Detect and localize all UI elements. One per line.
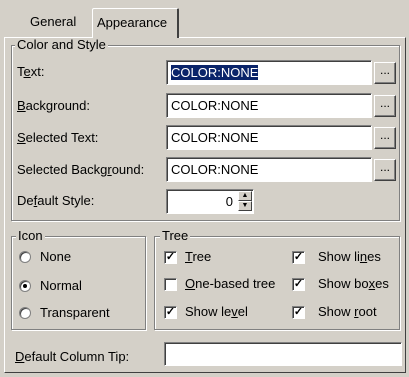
selected-text-color-browse-button[interactable]: ... — [374, 127, 396, 149]
tree-checkbox-label: Tree — [185, 249, 212, 264]
selected-background-color-browse-button[interactable]: ... — [374, 159, 396, 181]
one-based-tree-checkbox[interactable] — [164, 278, 177, 291]
show-lines-checkbox[interactable]: ✓ — [292, 251, 305, 264]
tab-general[interactable]: General — [24, 10, 98, 36]
icon-normal-label: Normal — [40, 278, 82, 293]
show-boxes-checkbox[interactable]: ✓ — [292, 278, 305, 291]
radio-selected-dot — [23, 284, 27, 288]
selected-background-color-field[interactable]: COLOR:NONE — [166, 157, 372, 182]
background-color-field[interactable]: COLOR:NONE — [166, 93, 372, 118]
default-column-tip-field[interactable] — [164, 342, 402, 366]
one-based-tree-label: One-based tree — [185, 276, 276, 291]
background-color-label: Background: — [17, 98, 90, 113]
default-style-label: Default Style: — [17, 193, 95, 208]
tab-general-label: General — [30, 14, 77, 29]
default-style-spin-buttons[interactable]: ▲ ▼ — [238, 191, 252, 211]
icon-none-label: None — [40, 249, 72, 264]
text-color-browse-button[interactable]: ... — [374, 62, 396, 84]
spin-up-icon[interactable]: ▲ — [238, 191, 252, 201]
default-column-tip-label: Default Column Tip: — [15, 349, 130, 364]
selected-background-color-label: Selected Background: — [17, 162, 145, 177]
tab-appearance-label: Appearance — [97, 15, 168, 30]
tree-checkbox[interactable]: ✓ — [164, 251, 177, 264]
spin-down-icon[interactable]: ▼ — [238, 201, 252, 211]
icon-none-radio[interactable] — [19, 251, 31, 263]
text-color-label: Text: — [17, 64, 45, 79]
icon-normal-radio[interactable] — [19, 280, 31, 292]
icon-group-legend: Icon — [16, 228, 45, 243]
icon-transparent-label: Transparent — [40, 305, 110, 320]
show-lines-label: Show lines — [318, 249, 381, 264]
text-color-field[interactable]: COLOR:NONE — [166, 60, 372, 85]
color-style-legend: Color and Style — [15, 37, 108, 52]
tree-group-legend: Tree — [160, 228, 191, 243]
show-boxes-label: Show boxes — [318, 276, 389, 291]
icon-transparent-radio[interactable] — [19, 307, 31, 319]
selected-text-color-field[interactable]: COLOR:NONE — [166, 125, 372, 150]
show-root-label: Show root — [318, 304, 377, 319]
background-color-browse-button[interactable]: ... — [374, 95, 396, 117]
tab-appearance[interactable]: Appearance — [92, 8, 179, 38]
selected-text-color-label: Selected Text: — [17, 130, 99, 145]
show-root-checkbox[interactable]: ✓ — [292, 306, 305, 319]
show-level-checkbox[interactable]: ✓ — [164, 306, 177, 319]
show-level-label: Show level — [185, 304, 248, 319]
